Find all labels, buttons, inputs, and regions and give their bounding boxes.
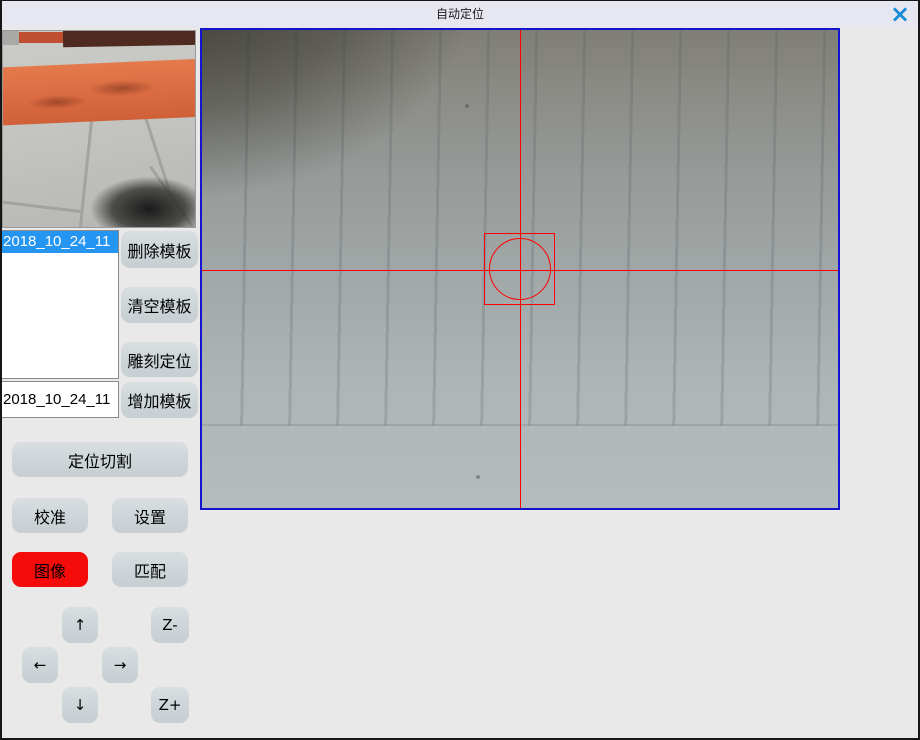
window-title: 自动定位	[436, 5, 484, 22]
jog-left-button[interactable]: ←	[22, 647, 58, 683]
jog-down-button[interactable]: ↓	[62, 687, 98, 723]
jog-up-button[interactable]: ↑	[62, 607, 98, 643]
thumbnail-dark-object	[91, 177, 196, 228]
target-circle	[489, 238, 551, 300]
position-cut-button[interactable]: 定位切割	[12, 442, 188, 477]
image-button[interactable]: 图像	[12, 552, 88, 587]
calibrate-button[interactable]: 校准	[12, 498, 88, 533]
add-template-button[interactable]: 增加模板	[121, 382, 198, 418]
camera-vignette	[202, 30, 838, 508]
crosshair-vertical-line	[520, 30, 521, 508]
thumbnail-board-smudge	[87, 79, 158, 98]
close-button[interactable]: ×	[886, 0, 914, 27]
template-list-item[interactable]: 2018_10_24_11	[2, 231, 118, 253]
camera-view[interactable]	[200, 28, 840, 510]
match-button[interactable]: 匹配	[112, 552, 188, 587]
template-name-input[interactable]	[1, 381, 119, 418]
thumbnail-top-gray-patch	[3, 31, 19, 45]
settings-button[interactable]: 设置	[112, 498, 188, 533]
camera-ceiling-lines	[202, 30, 838, 426]
clear-templates-button[interactable]: 清空模板	[121, 287, 198, 323]
jog-z-plus-button[interactable]: Z+	[151, 687, 189, 723]
crosshair-horizontal-line	[202, 270, 838, 271]
delete-template-button[interactable]: 删除模板	[121, 231, 198, 268]
thumbnail-top-brown-strip	[63, 30, 196, 47]
engrave-position-button[interactable]: 雕刻定位	[121, 342, 198, 377]
camera-speck	[476, 475, 480, 479]
thumbnail-top-red-bar	[19, 32, 67, 43]
jog-z-minus-button[interactable]: Z-	[151, 607, 189, 643]
template-thumbnail	[2, 30, 196, 228]
close-icon: ×	[890, 2, 910, 26]
jog-right-button[interactable]: →	[102, 647, 138, 683]
thumbnail-orange-board	[2, 58, 196, 125]
auto-position-dialog: 自动定位 × 2018_10_24_11 删除模板 清空模板 雕刻定位 增加模板…	[0, 0, 920, 740]
thumbnail-board-smudge	[27, 94, 88, 111]
camera-speck	[465, 104, 469, 108]
template-list: 2018_10_24_11	[1, 230, 119, 379]
target-rectangle	[484, 233, 555, 305]
camera-ceiling-seam	[202, 424, 838, 426]
title-bar[interactable]: 自动定位 ×	[0, 0, 920, 27]
